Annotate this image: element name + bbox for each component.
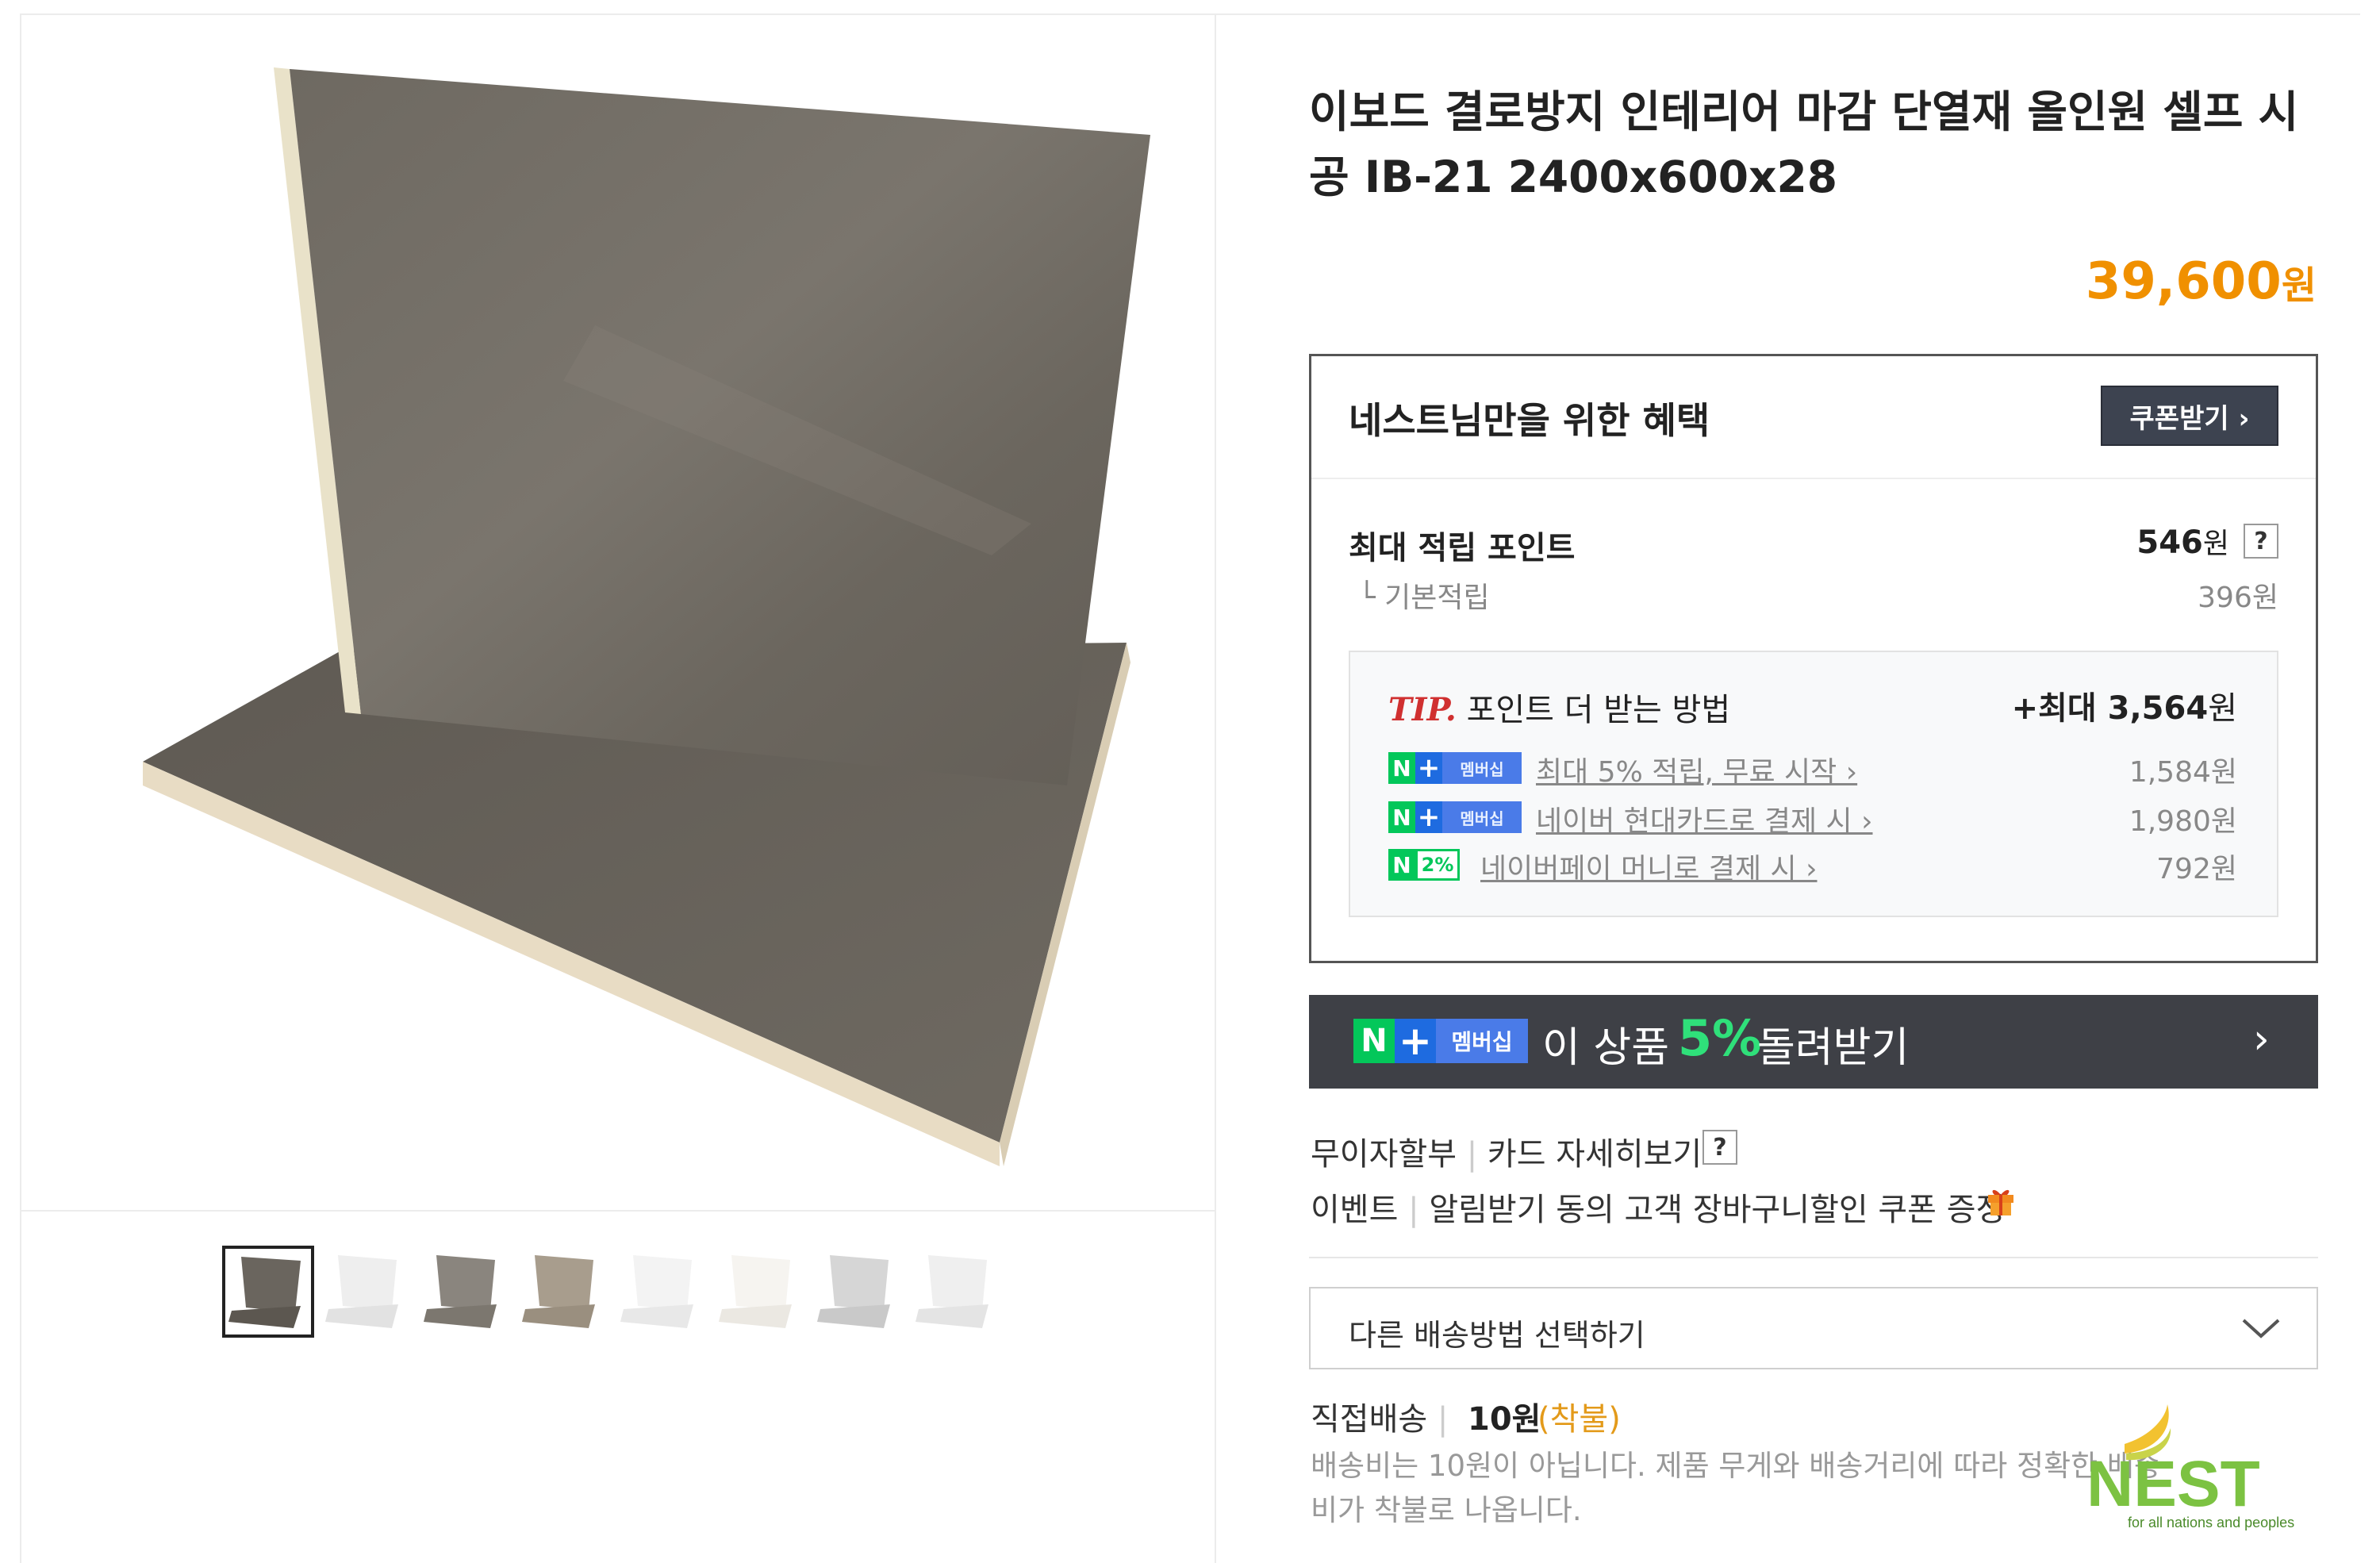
- tip-row-money: N 2% 네이버페이 머니로 결제 시 › 792원: [1388, 846, 2237, 887]
- naverpay-2pct-badge: 2%: [1415, 849, 1460, 881]
- product-title: 이보드 결로방지 인테리어 마감 단열재 올인원 셀프 시공 IB-21 240…: [1309, 86, 2299, 202]
- nest-logo: NEST for all nations and peoples: [2086, 1404, 2294, 1530]
- base-points-value: 396원: [2198, 582, 2278, 614]
- thumbnail-item[interactable]: [616, 1246, 708, 1338]
- banner-naver-n-badge: N: [1353, 1019, 1395, 1063]
- thumbnail-item[interactable]: [222, 1246, 314, 1338]
- thumbnail-image: [522, 1255, 595, 1328]
- frame-top-border: [20, 13, 2360, 15]
- thumbnail-item[interactable]: [714, 1246, 806, 1338]
- naver-n-badge: N: [1388, 801, 1415, 833]
- tip-mark: TIP.: [1388, 691, 1457, 728]
- thumbnail-image: [817, 1255, 890, 1328]
- shipping-select-label: 다른 배송방법 선택하기: [1349, 1318, 1645, 1353]
- gallery-info-divider: [1215, 13, 1216, 1563]
- tip-link[interactable]: 최대 5% 적립, 무료 시작 ›: [1536, 749, 1857, 790]
- points-unit: 원: [2202, 528, 2229, 560]
- tip-row-card: N + 멤버십 네이버 현대카드로 결제 시 › 1,980원: [1388, 798, 2237, 839]
- separator: |: [1466, 1136, 1478, 1173]
- thumbnail-item[interactable]: [812, 1246, 904, 1338]
- naver-n-badge: N: [1388, 849, 1415, 881]
- membership-plus-badge: +: [1415, 752, 1442, 784]
- logo-tagline: for all nations and peoples: [2128, 1515, 2294, 1530]
- points-help-icon[interactable]: ?: [2244, 524, 2278, 559]
- price-amount: 39,600: [2085, 252, 2282, 311]
- thumbnail-item[interactable]: [321, 1246, 413, 1338]
- tip-max-unit: 원: [2208, 690, 2237, 727]
- separator: |: [1408, 1192, 1419, 1228]
- gift-icon: [1988, 1189, 2013, 1215]
- frame-left-border: [20, 13, 21, 1563]
- naver-n-badge: N: [1388, 752, 1415, 784]
- card-detail-link[interactable]: 카드 자세히보기: [1488, 1136, 1702, 1173]
- thumbnail-image: [225, 1249, 311, 1335]
- points-label: 최대 적립 포인트: [1349, 530, 1576, 566]
- shipping-method: 직접배송 |: [1311, 1393, 1448, 1439]
- tip-amount: 1,980원: [2129, 805, 2237, 838]
- tip-title: TIP. 포인트 더 받는 방법: [1388, 684, 1730, 730]
- membership-tag-badge: 멤버십: [1442, 752, 1522, 784]
- base-points-label: └ 기본적립: [1358, 582, 1490, 614]
- shipping-method-label: 직접배송: [1311, 1401, 1428, 1438]
- banner-membership-tag: 멤버십: [1436, 1019, 1528, 1063]
- thumbnail-item[interactable]: [911, 1246, 1003, 1338]
- membership-tag-badge: 멤버십: [1442, 801, 1522, 833]
- gallery-thumb-divider: [20, 1210, 1215, 1212]
- card-help-icon[interactable]: ?: [1702, 1130, 1737, 1165]
- chevron-right-icon: ›: [2253, 1016, 2270, 1063]
- points-amount: 546: [2136, 524, 2203, 561]
- tip-link[interactable]: 네이버 현대카드로 결제 시 ›: [1536, 798, 1873, 839]
- tip-max-points: +최대 3,564원: [1983, 682, 2237, 728]
- shipping-fee-note: (착불): [1537, 1401, 1621, 1438]
- thumbnail-image: [916, 1255, 988, 1328]
- tip-amount: 1,584원: [2129, 756, 2237, 789]
- product-main-image: [143, 67, 1150, 1166]
- tip-max-value: +최대 3,564: [2011, 690, 2209, 727]
- event-text[interactable]: 알림받기 동의 고객 장바구니할인 쿠폰 증정: [1429, 1192, 2005, 1228]
- product-price: 39,600원: [1904, 252, 2317, 311]
- thumbnail-item[interactable]: [517, 1246, 609, 1338]
- tip-amount: 792원: [2156, 853, 2237, 885]
- price-unit: 원: [2281, 263, 2317, 308]
- thumbnail-image: [620, 1255, 693, 1328]
- membership-plus-badge: +: [1415, 801, 1442, 833]
- thumbnail-image: [719, 1255, 792, 1328]
- installment-label: 무이자할부: [1311, 1136, 1457, 1173]
- banner-text-before: 이 상품: [1542, 1024, 1670, 1072]
- logo-wordmark: NEST: [2086, 1448, 2260, 1520]
- info-divider: [1309, 1257, 2318, 1258]
- tip-row-membership: N + 멤버십 최대 5% 적립, 무료 시작 › 1,584원: [1388, 749, 2237, 790]
- shipping-fee: 10원: [1468, 1401, 1541, 1438]
- chevron-down-icon: [2242, 1319, 2280, 1338]
- event-label: 이벤트: [1311, 1192, 1399, 1228]
- separator: |: [1437, 1401, 1449, 1438]
- coupon-button[interactable]: 쿠폰받기 ›: [2101, 386, 2278, 446]
- benefit-heading: 네스트님만을 위한 혜택: [1349, 399, 1710, 442]
- tip-title-text: 포인트 더 받는 방법: [1456, 692, 1731, 728]
- event-row: 이벤트 | 알림받기 동의 고객 장바구니할인 쿠폰 증정: [1311, 1184, 2005, 1230]
- tip-link[interactable]: 네이버페이 머니로 결제 시 ›: [1480, 846, 1818, 887]
- thumbnail-image: [325, 1255, 398, 1328]
- banner-plus-badge: +: [1395, 1018, 1436, 1064]
- banner-text-after: 돌려받기: [1757, 1024, 1910, 1072]
- banner-percent: 5%: [1678, 1009, 1762, 1067]
- thumbnail-item[interactable]: [419, 1246, 511, 1338]
- points-value: 546원: [2063, 520, 2229, 562]
- thumbnail-image: [424, 1255, 497, 1328]
- benefit-divider: [1311, 478, 2316, 479]
- installment-row: 무이자할부 | 카드 자세히보기: [1311, 1128, 1702, 1174]
